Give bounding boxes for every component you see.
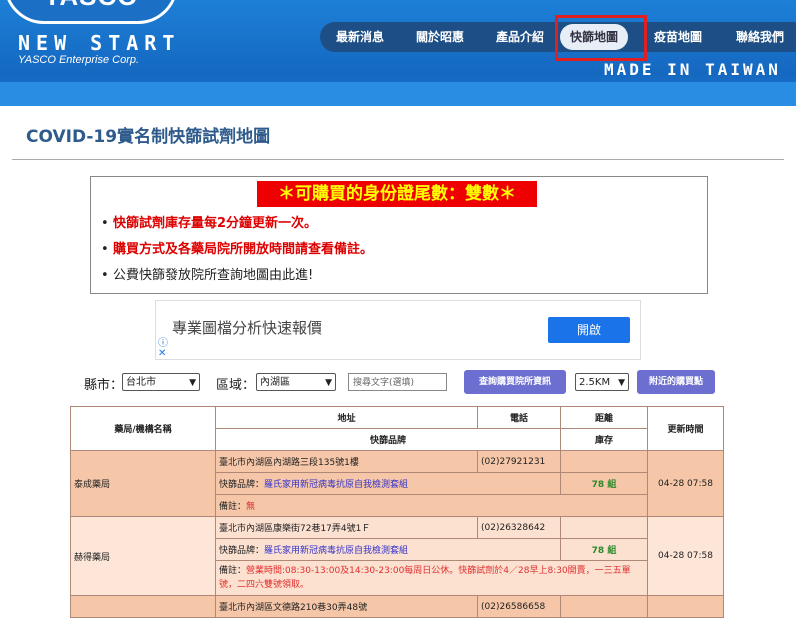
header-address: 地址	[215, 406, 478, 429]
pharmacy-stock: 78 組	[560, 472, 648, 495]
pharmacy-updated: 04-28 07:58	[647, 516, 724, 596]
pharmacy-updated	[647, 595, 724, 618]
chevron-down-icon: ▼	[189, 378, 196, 388]
ad-info-icon[interactable]: ⓘ ✕	[158, 339, 168, 359]
logo[interactable]: YASCO	[4, 0, 178, 24]
table-row[interactable]: 臺北市內湖區文德路210巷30弄48號 (02)26586658	[70, 595, 724, 618]
bullet-icon: •	[101, 242, 109, 257]
nav-news[interactable]: 最新消息	[328, 22, 392, 52]
title-divider	[12, 159, 784, 160]
header-band	[0, 82, 796, 106]
pharmacy-brand: 快篩品牌：羅氏家用新冠病毒抗原自我檢測套組	[215, 538, 561, 561]
notice-text: 購買方式及各藥局院所開放時間請查看備註。	[113, 242, 374, 257]
pharmacy-distance	[560, 595, 648, 618]
ad-banner[interactable]: 專業圖檔分析快速報價 開啟 ⓘ ✕	[155, 300, 641, 360]
header-name: 藥局/機構名稱	[70, 406, 216, 451]
county-select[interactable]: 台北市 ▼	[122, 373, 200, 391]
header-phone: 電話	[477, 406, 561, 429]
nearby-button[interactable]: 附近的購買點	[637, 370, 715, 394]
pharmacy-name[interactable]	[70, 595, 216, 618]
table-row[interactable]: 赫得藥局 臺北市內湖區康樂街72巷17弄4號1Ｆ (02)26328642 04…	[70, 516, 724, 596]
nav-about[interactable]: 關於昭惠	[408, 22, 472, 52]
note-text: 營業時間:08:30-13:00及14:30-23:00每周日公休。快篩試劑於4…	[219, 566, 631, 590]
search-input[interactable]: 搜尋文字(選填)	[348, 373, 447, 391]
brand-label: 快篩品牌：	[219, 546, 265, 556]
chevron-down-icon: ▼	[325, 378, 332, 388]
nav-contact[interactable]: 聯絡我們	[724, 22, 796, 52]
pharmacy-distance	[560, 516, 648, 539]
header-distance: 距離	[560, 406, 648, 429]
tagline: MADE IN TAIWAN	[604, 60, 781, 79]
bullet-icon: •	[101, 268, 109, 283]
table-header-row: 藥局/機構名稱 地址 電話 距離 更新時間	[70, 406, 724, 451]
chevron-down-icon: ▼	[618, 378, 625, 388]
nav-products[interactable]: 產品介紹	[488, 22, 552, 52]
bullet-icon: •	[101, 216, 109, 231]
brand-link[interactable]: 羅氏家用新冠病毒抗原自我檢測套組	[264, 546, 408, 556]
pharmacy-phone[interactable]: (02)26586658	[477, 595, 561, 618]
pharmacy-note: 備註：營業時間:08:30-13:00及14:30-23:00每周日公休。快篩試…	[215, 560, 648, 596]
note-text: 無	[246, 502, 256, 512]
page-title: COVID-19實名制快篩試劑地圖	[26, 127, 271, 147]
header-stock: 庫存	[560, 428, 648, 451]
pharmacy-distance	[560, 450, 648, 473]
pharmacy-address[interactable]: 臺北市內湖區康樂街72巷17弄4號1Ｆ	[215, 516, 478, 539]
brand-subtitle: YASCO Enterprise Corp.	[18, 54, 140, 66]
pharmacy-address[interactable]: 臺北市內湖區文德路210巷30弄48號	[215, 595, 478, 618]
county-value: 台北市	[126, 377, 156, 388]
brand-title: NEW START	[18, 31, 181, 55]
county-label: 縣市：	[84, 378, 124, 393]
brand-label: 快篩品牌：	[219, 480, 265, 490]
ad-text[interactable]: 專業圖檔分析快速報價	[172, 317, 322, 338]
notice-link[interactable]: 公費快篩發放院所查詢地圖由此進!	[113, 268, 313, 283]
pharmacy-stock: 78 組	[560, 538, 648, 561]
pharmacy-phone[interactable]: (02)26328642	[477, 516, 561, 539]
notice-item[interactable]: • 公費快篩發放院所查詢地圖由此進!	[101, 263, 373, 289]
notice-box: ＊可購買的身份證尾數：雙數＊ • 快篩試劑庫存量每2分鐘更新一次。 • 購買方式及各…	[90, 176, 708, 294]
notice-item: • 快篩試劑庫存量每2分鐘更新一次。	[101, 211, 373, 237]
notice-item: • 購買方式及各藥局院所開放時間請查看備註。	[101, 237, 373, 263]
nav-vaccine-map[interactable]: 疫苗地圖	[646, 22, 710, 52]
pharmacy-name[interactable]: 泰成藥局	[70, 450, 216, 517]
notice-list: • 快篩試劑庫存量每2分鐘更新一次。 • 購買方式及各藥局院所開放時間請查看備註。 …	[101, 211, 373, 289]
query-button[interactable]: 查詢購買院所資訊	[464, 370, 566, 394]
district-label: 區域：	[216, 378, 256, 393]
note-label: 備註：	[219, 502, 247, 512]
header-updated: 更新時間	[647, 406, 724, 451]
header-brand: 快篩品牌	[215, 428, 561, 451]
ad-open-button[interactable]: 開啟	[548, 317, 630, 343]
note-label: 備註：	[219, 566, 247, 576]
pharmacy-name[interactable]: 赫得藥局	[70, 516, 216, 596]
distance-value: 2.5KM	[579, 377, 611, 388]
notice-banner: ＊可購買的身份證尾數：雙數＊	[257, 181, 537, 207]
notice-text: 快篩試劑庫存量每2分鐘更新一次。	[113, 216, 318, 231]
filter-bar: 縣市： 台北市 ▼ 區域： 內湖區 ▼ 搜尋文字(選填) 查詢購買院所資訊 2.5K…	[0, 370, 796, 396]
pharmacy-note: 備註：無	[215, 494, 648, 517]
site-header: YASCO NEW START YASCO Enterprise Corp. 最…	[0, 0, 796, 106]
brand-link[interactable]: 羅氏家用新冠病毒抗原自我檢測套組	[264, 480, 408, 490]
distance-select[interactable]: 2.5KM ▼	[575, 373, 629, 391]
table-row[interactable]: 泰成藥局 臺北市內湖區內湖路三段135號1樓 (02)27921231 04-2…	[70, 450, 724, 517]
pharmacy-updated: 04-28 07:58	[647, 450, 724, 517]
pharmacy-brand: 快篩品牌：羅氏家用新冠病毒抗原自我檢測套組	[215, 472, 561, 495]
nav-highlight-box	[555, 15, 647, 61]
district-value: 內湖區	[260, 377, 290, 388]
pharmacy-phone[interactable]: (02)27921231	[477, 450, 561, 473]
pharmacy-table: 藥局/機構名稱 地址 電話 距離 更新時間 快篩品牌 庫存 泰成藥局 臺北市內湖…	[70, 406, 724, 618]
district-select[interactable]: 內湖區 ▼	[256, 373, 336, 391]
pharmacy-address[interactable]: 臺北市內湖區內湖路三段135號1樓	[215, 450, 478, 473]
